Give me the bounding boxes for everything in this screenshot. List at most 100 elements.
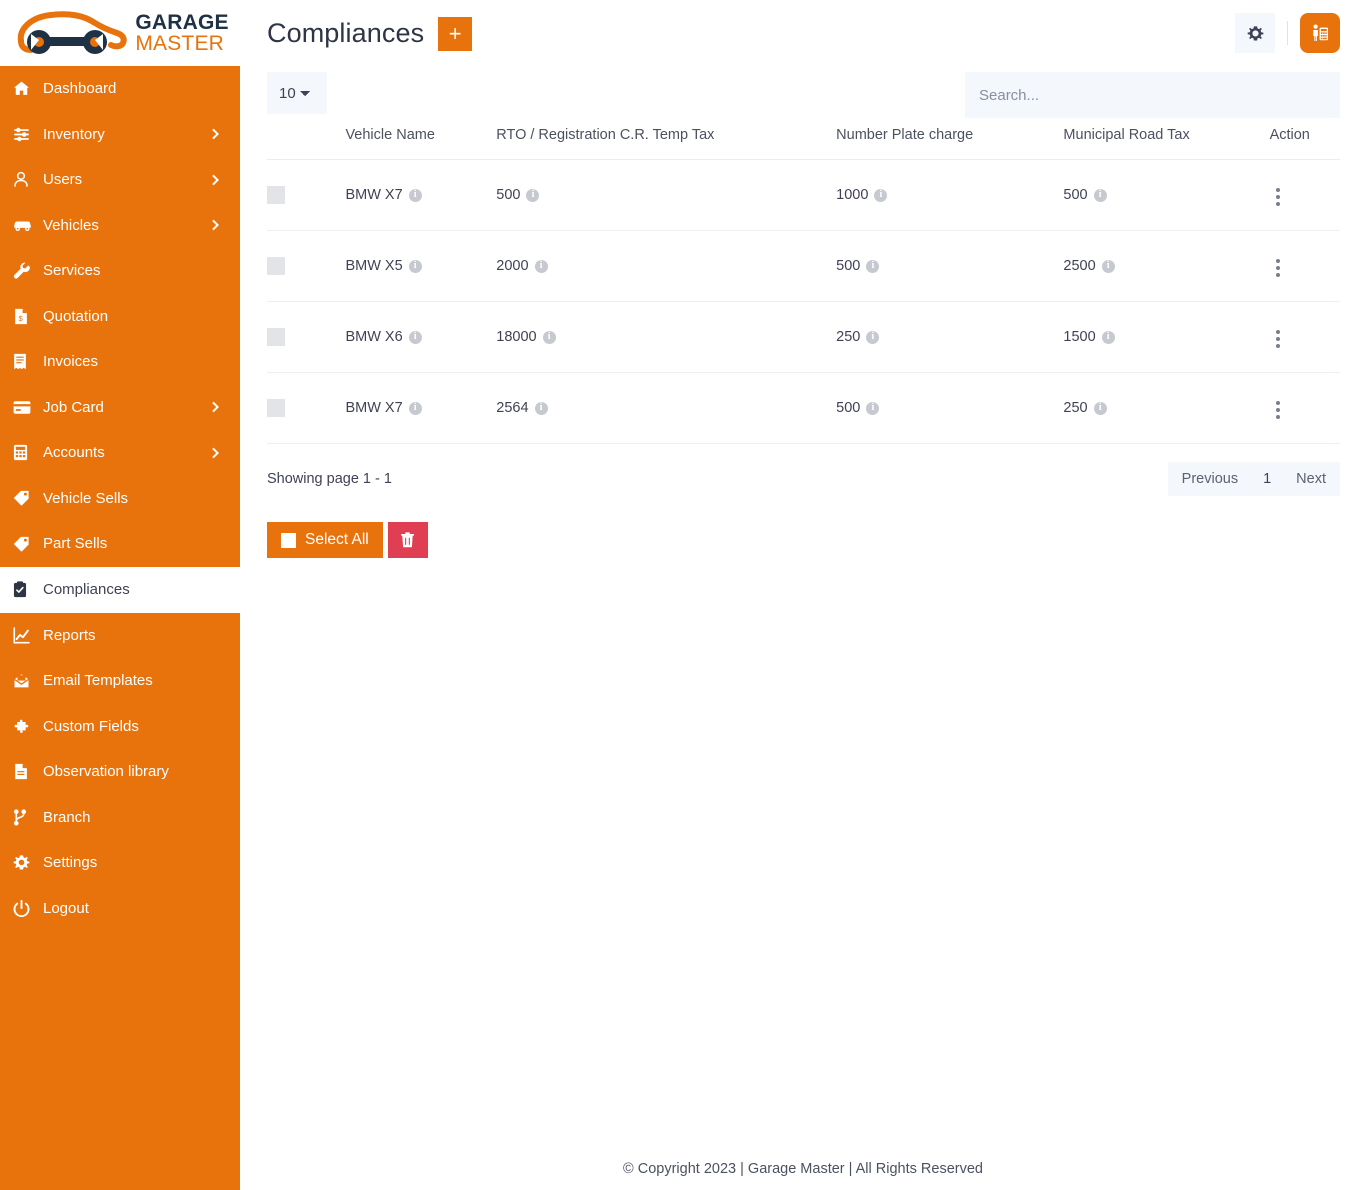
info-icon[interactable]: i (874, 189, 887, 202)
row-checkbox[interactable] (267, 399, 285, 417)
tag-icon (13, 490, 43, 506)
table-row[interactable]: BMW X5 i 2000 i 500 (267, 231, 1340, 302)
info-icon[interactable]: i (535, 260, 548, 273)
sidebar-item-label: Email Templates (43, 672, 224, 689)
file-dollar-icon: $ (13, 308, 43, 325)
info-icon[interactable]: i (409, 189, 422, 202)
cell-vehicle-name: BMW X6 i (345, 302, 496, 373)
cell-rto-tax: 2564 i (496, 373, 836, 444)
info-icon[interactable]: i (409, 331, 422, 344)
settings-button[interactable] (1235, 13, 1275, 53)
kebab-menu-icon[interactable] (1270, 397, 1286, 423)
delete-selected-button[interactable] (388, 522, 428, 558)
sidebar-item-label: Vehicles (43, 217, 212, 234)
sidebar-item-branch[interactable]: Branch (0, 795, 240, 841)
column-header-vehicle-name: Vehicle Name (345, 118, 496, 160)
row-select-cell (267, 160, 345, 231)
sidebar-item-logout[interactable]: Logout (0, 886, 240, 932)
info-icon[interactable]: i (866, 402, 879, 415)
previous-page-button[interactable]: Previous (1168, 462, 1252, 496)
sidebar-item-settings[interactable]: Settings (0, 840, 240, 886)
sidebar-item-job-card[interactable]: Job Card (0, 385, 240, 431)
sidebar-item-users[interactable]: Users (0, 157, 240, 203)
number-plate-charge-text: 500 (836, 400, 860, 416)
info-icon[interactable]: i (1094, 402, 1107, 415)
info-icon[interactable]: i (409, 402, 422, 415)
info-icon[interactable]: i (535, 402, 548, 415)
page-footer: © Copyright 2023 | Garage Master | All R… (240, 1161, 1366, 1190)
tag-icon (13, 536, 43, 552)
sidebar-item-label: Accounts (43, 444, 212, 461)
info-icon[interactable]: i (409, 260, 422, 273)
info-icon[interactable]: i (1102, 260, 1115, 273)
sidebar-item-quotation[interactable]: $ Quotation (0, 294, 240, 340)
row-checkbox[interactable] (267, 328, 285, 346)
compliances-table-container: Vehicle Name RTO / Registration C.R. Tem… (240, 118, 1366, 444)
table-body: BMW X7 i 500 i 1000 (267, 160, 1340, 444)
table-header-row: Vehicle Name RTO / Registration C.R. Tem… (267, 118, 1340, 160)
info-icon[interactable]: i (1102, 331, 1115, 344)
brand-name-line1: GARAGE (135, 12, 228, 33)
info-icon[interactable]: i (866, 331, 879, 344)
cell-municipal-road-tax: 250 i (1063, 373, 1269, 444)
sidebar-item-compliances[interactable]: Compliances (0, 567, 240, 613)
sidebar-item-accounts[interactable]: Accounts (0, 430, 240, 476)
sidebar-item-label: Quotation (43, 308, 224, 325)
page-number-button[interactable]: 1 (1252, 462, 1282, 496)
row-checkbox[interactable] (267, 257, 285, 275)
page-length-select[interactable]: 10 25 50 100 (267, 72, 327, 114)
vehicle-name-text: BMW X5 (345, 258, 402, 274)
row-checkbox[interactable] (267, 186, 285, 204)
sidebar-item-invoices[interactable]: Invoices (0, 339, 240, 385)
sidebar-item-inventory[interactable]: Inventory (0, 112, 240, 158)
sliders-icon (13, 126, 43, 143)
sidebar-item-reports[interactable]: Reports (0, 613, 240, 659)
table-row[interactable]: BMW X7 i 2564 i 500 (267, 373, 1340, 444)
kebab-menu-icon[interactable] (1270, 326, 1286, 352)
copyright-text: © Copyright 2023 | Garage Master | All R… (623, 1161, 983, 1177)
add-compliance-button[interactable]: + (438, 17, 472, 51)
sidebar-item-dashboard[interactable]: Dashboard (0, 66, 240, 112)
sidebar-item-label: Services (43, 262, 224, 279)
page-title: Compliances (267, 18, 424, 49)
profile-button[interactable] (1300, 13, 1340, 53)
sidebar-item-email-templates[interactable]: Email Templates (0, 658, 240, 704)
info-icon[interactable]: i (1094, 189, 1107, 202)
sidebar-item-part-sells[interactable]: Part Sells (0, 521, 240, 567)
select-all-button[interactable]: Select All (267, 522, 383, 558)
table-row[interactable]: BMW X6 i 18000 i 250 (267, 302, 1340, 373)
sidebar-item-vehicle-sells[interactable]: Vehicle Sells (0, 476, 240, 522)
table-row[interactable]: BMW X7 i 500 i 1000 (267, 160, 1340, 231)
kebab-menu-icon[interactable] (1270, 255, 1286, 281)
info-icon[interactable]: i (866, 260, 879, 273)
column-header-select (267, 118, 345, 160)
brand-name: GARAGE MASTER (135, 12, 228, 55)
sidebar-item-custom-fields[interactable]: Custom Fields (0, 704, 240, 750)
page-header: Compliances + (240, 0, 1366, 66)
sidebar-item-observation-library[interactable]: Observation library (0, 749, 240, 795)
column-header-municipal-road-tax: Municipal Road Tax (1063, 118, 1269, 160)
wrench-icon (13, 262, 43, 279)
cell-action (1270, 231, 1340, 302)
next-page-button[interactable]: Next (1282, 462, 1340, 496)
sidebar-item-services[interactable]: Services (0, 248, 240, 294)
column-header-number-plate-charge: Number Plate charge (836, 118, 1063, 160)
select-all-label: Select All (305, 531, 369, 549)
cell-number-plate-charge: 500 i (836, 231, 1063, 302)
gear-icon (13, 854, 43, 871)
sidebar-item-label: Settings (43, 854, 224, 871)
number-plate-charge-text: 500 (836, 258, 860, 274)
info-icon[interactable]: i (543, 331, 556, 344)
brand-logo[interactable]: GARAGE MASTER (0, 0, 240, 66)
cell-rto-tax: 2000 i (496, 231, 836, 302)
municipal-road-tax-text: 1500 (1063, 329, 1095, 345)
sidebar-item-label: Inventory (43, 126, 212, 143)
cell-vehicle-name: BMW X5 i (345, 231, 496, 302)
search-input[interactable] (965, 72, 1340, 118)
chevron-right-icon (212, 447, 224, 459)
info-icon[interactable]: i (526, 189, 539, 202)
cell-number-plate-charge: 500 i (836, 373, 1063, 444)
sidebar-item-vehicles[interactable]: Vehicles (0, 203, 240, 249)
kebab-menu-icon[interactable] (1270, 184, 1286, 210)
header-divider (1287, 21, 1288, 45)
